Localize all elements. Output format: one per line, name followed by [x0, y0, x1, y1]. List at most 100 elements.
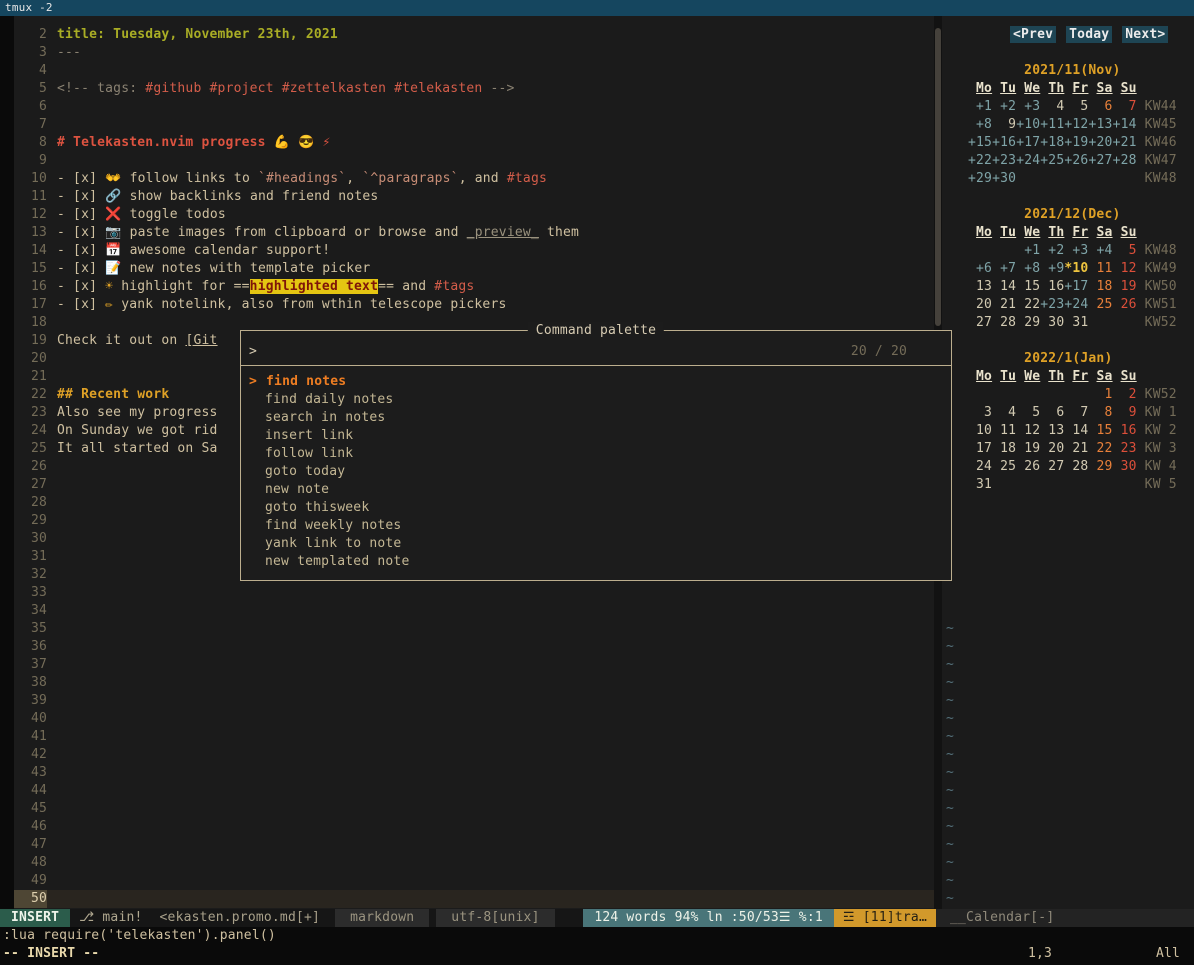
- calendar-day[interactable]: 24: [968, 459, 992, 474]
- calendar-day[interactable]: 5: [1064, 99, 1088, 114]
- palette-item[interactable]: find daily notes: [241, 391, 951, 409]
- calendar-day[interactable]: +7: [992, 261, 1016, 276]
- calendar-day[interactable]: 18: [992, 441, 1016, 456]
- calendar-day[interactable]: +30: [992, 171, 1016, 186]
- scrollbar-thumb[interactable]: [935, 28, 941, 326]
- palette-item[interactable]: find weekly notes: [241, 517, 951, 535]
- calendar-next-button[interactable]: Next>: [1122, 26, 1168, 43]
- calendar-day[interactable]: 28: [992, 315, 1016, 330]
- calendar-day[interactable]: 12: [1016, 423, 1040, 438]
- calendar-day[interactable]: 19: [1016, 441, 1040, 456]
- calendar-day[interactable]: +3: [1016, 99, 1040, 114]
- calendar-day[interactable]: +4: [1088, 243, 1112, 258]
- calendar-day[interactable]: +10: [1016, 117, 1040, 132]
- calendar-day[interactable]: 13: [968, 279, 992, 294]
- calendar-day[interactable]: 16: [1113, 423, 1137, 438]
- calendar-day[interactable]: 29: [1016, 315, 1040, 330]
- calendar-day[interactable]: +2: [992, 99, 1016, 114]
- calendar-day[interactable]: 11: [992, 423, 1016, 438]
- calendar-day[interactable]: 5: [1113, 243, 1137, 258]
- calendar-day[interactable]: 27: [968, 315, 992, 330]
- calendar-day[interactable]: +21: [1113, 135, 1137, 150]
- calendar-day[interactable]: 17: [968, 441, 992, 456]
- calendar-day[interactable]: 27: [1040, 459, 1064, 474]
- calendar-day[interactable]: 10: [968, 423, 992, 438]
- calendar-day[interactable]: 21: [992, 297, 1016, 312]
- calendar-day[interactable]: 31: [968, 477, 992, 492]
- palette-item-selected[interactable]: >find notes: [241, 373, 951, 391]
- calendar-day[interactable]: 23: [1113, 441, 1137, 456]
- calendar-day[interactable]: +15: [968, 135, 992, 150]
- calendar-day[interactable]: 18: [1088, 279, 1112, 294]
- calendar-day[interactable]: 3: [968, 405, 992, 420]
- calendar-day[interactable]: +18: [1040, 135, 1064, 150]
- calendar-day[interactable]: 29: [1088, 459, 1112, 474]
- calendar-day[interactable]: +19: [1064, 135, 1088, 150]
- calendar-day[interactable]: 4: [1040, 99, 1064, 114]
- calendar-day[interactable]: 26: [1113, 297, 1137, 312]
- calendar-day[interactable]: 14: [1064, 423, 1088, 438]
- calendar-day[interactable]: +16: [992, 135, 1016, 150]
- calendar-day[interactable]: 14: [992, 279, 1016, 294]
- calendar-day[interactable]: 28: [1064, 459, 1088, 474]
- calendar-day[interactable]: 6: [1040, 405, 1064, 420]
- calendar-day[interactable]: 22: [1016, 297, 1040, 312]
- calendar-day[interactable]: 7: [1113, 99, 1137, 114]
- calendar-day[interactable]: 11: [1088, 261, 1112, 276]
- calendar-day[interactable]: +20: [1088, 135, 1112, 150]
- calendar-day[interactable]: 15: [1016, 279, 1040, 294]
- calendar-day[interactable]: +14: [1113, 117, 1137, 132]
- calendar-day[interactable]: +24: [1016, 153, 1040, 168]
- palette-item[interactable]: insert link: [241, 427, 951, 445]
- calendar-day[interactable]: 6: [1088, 99, 1112, 114]
- calendar-day[interactable]: 16: [1040, 279, 1064, 294]
- palette-item[interactable]: new templated note: [241, 553, 951, 571]
- calendar-day[interactable]: +22: [968, 153, 992, 168]
- calendar-day[interactable]: +27: [1088, 153, 1112, 168]
- calendar-prev-button[interactable]: <Prev: [1010, 26, 1056, 43]
- calendar-day[interactable]: +23: [992, 153, 1016, 168]
- calendar-day[interactable]: +17: [1064, 279, 1088, 294]
- palette-item[interactable]: search in notes: [241, 409, 951, 427]
- calendar-day[interactable]: +29: [968, 171, 992, 186]
- palette-item[interactable]: new note: [241, 481, 951, 499]
- calendar-day[interactable]: *10: [1064, 261, 1088, 276]
- calendar-day[interactable]: 19: [1113, 279, 1137, 294]
- calendar-day[interactable]: 5: [1016, 405, 1040, 420]
- calendar-day[interactable]: +12: [1064, 117, 1088, 132]
- palette-item[interactable]: goto today: [241, 463, 951, 481]
- calendar-day[interactable]: 22: [1088, 441, 1112, 456]
- calendar-day[interactable]: 25: [992, 459, 1016, 474]
- palette-item[interactable]: goto thisweek: [241, 499, 951, 517]
- calendar-day[interactable]: +6: [968, 261, 992, 276]
- calendar-day[interactable]: 26: [1016, 459, 1040, 474]
- calendar-day[interactable]: +24: [1064, 297, 1088, 312]
- calendar-day[interactable]: +25: [1040, 153, 1064, 168]
- calendar-day[interactable]: 9: [1113, 405, 1137, 420]
- calendar-day[interactable]: 31: [1064, 315, 1088, 330]
- calendar-day[interactable]: 30: [1040, 315, 1064, 330]
- calendar-day[interactable]: 13: [1040, 423, 1064, 438]
- calendar-day[interactable]: 30: [1113, 459, 1137, 474]
- calendar-day[interactable]: 20: [1040, 441, 1064, 456]
- calendar-day[interactable]: 15: [1088, 423, 1112, 438]
- calendar-day[interactable]: 12: [1113, 261, 1137, 276]
- calendar-day[interactable]: +3: [1064, 243, 1088, 258]
- calendar-day[interactable]: +17: [1016, 135, 1040, 150]
- calendar-day[interactable]: 8: [1088, 405, 1112, 420]
- calendar-day[interactable]: +2: [1040, 243, 1064, 258]
- calendar-day[interactable]: 1: [1088, 387, 1112, 402]
- calendar-day[interactable]: +1: [1016, 243, 1040, 258]
- calendar-day[interactable]: +13: [1088, 117, 1112, 132]
- calendar-day[interactable]: 25: [1088, 297, 1112, 312]
- calendar-day[interactable]: +11: [1040, 117, 1064, 132]
- calendar-day[interactable]: +23: [1040, 297, 1064, 312]
- calendar-day[interactable]: +26: [1064, 153, 1088, 168]
- palette-item[interactable]: yank link to note: [241, 535, 951, 553]
- calendar-day[interactable]: +8: [1016, 261, 1040, 276]
- calendar-day[interactable]: 20: [968, 297, 992, 312]
- calendar-day[interactable]: 2: [1113, 387, 1137, 402]
- calendar-day[interactable]: 4: [992, 405, 1016, 420]
- command-line[interactable]: :lua require('telekasten').panel(): [0, 927, 1194, 945]
- calendar-today-button[interactable]: Today: [1066, 26, 1112, 43]
